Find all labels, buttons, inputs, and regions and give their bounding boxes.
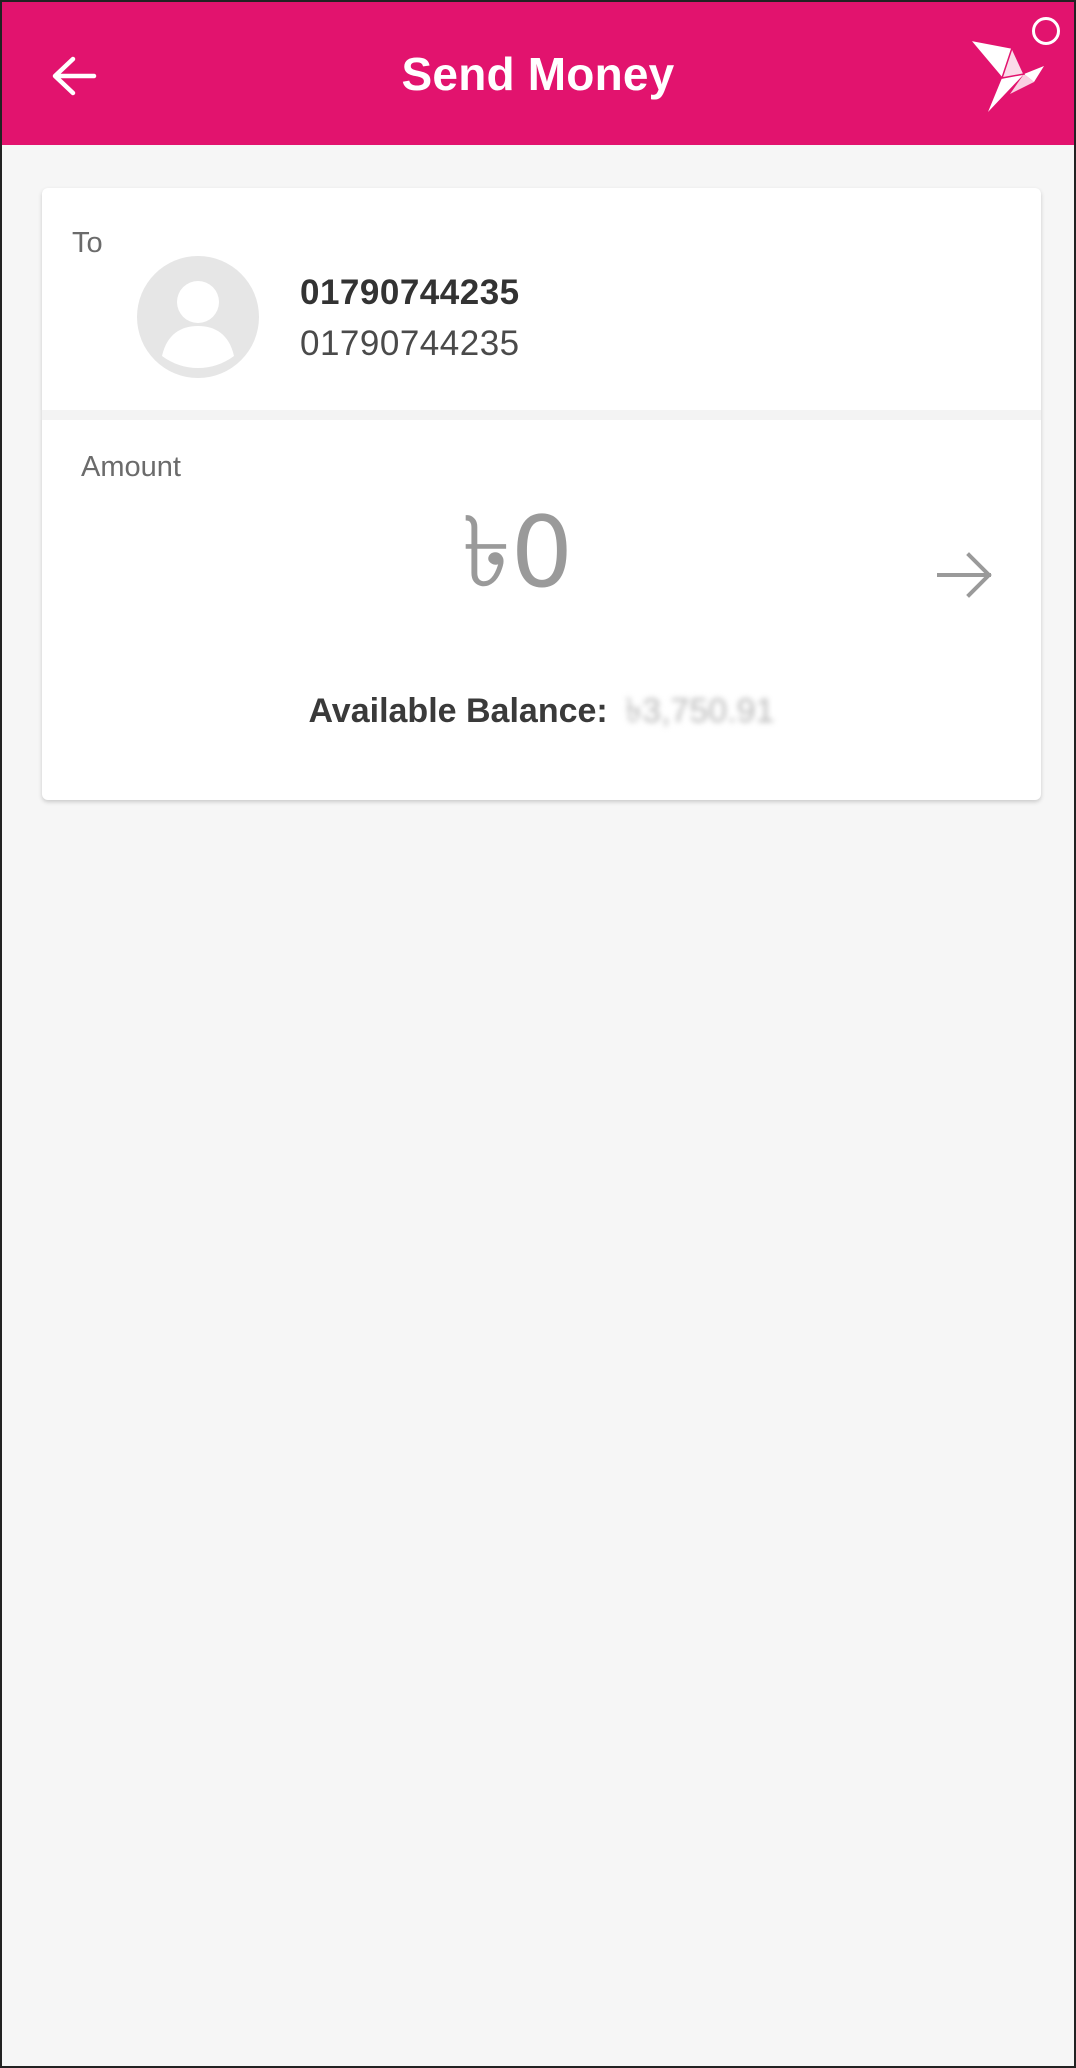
recipient-number: 01790744235	[300, 324, 520, 363]
app-bar: Send Money	[2, 2, 1074, 145]
send-money-card: To 01790744235 01790744235 Amount ৳0 Ava…	[42, 188, 1041, 800]
amount-label: Amount	[81, 451, 181, 483]
page-title: Send Money	[401, 48, 675, 100]
to-label: To	[72, 227, 103, 259]
status-circle-icon	[1032, 17, 1060, 45]
balance-label: Available Balance:	[308, 692, 608, 730]
divider	[42, 410, 1041, 420]
available-balance: Available Balance: ৳3,750.91	[42, 690, 1041, 732]
user-avatar-icon	[137, 256, 259, 378]
arrow-right-icon[interactable]	[935, 548, 995, 602]
amount-input[interactable]: ৳0	[462, 498, 573, 608]
recipient-section[interactable]: To 01790744235 01790744235	[42, 188, 1041, 410]
recipient-name: 01790744235	[300, 273, 520, 312]
balance-value[interactable]: ৳3,750.91	[625, 690, 774, 732]
